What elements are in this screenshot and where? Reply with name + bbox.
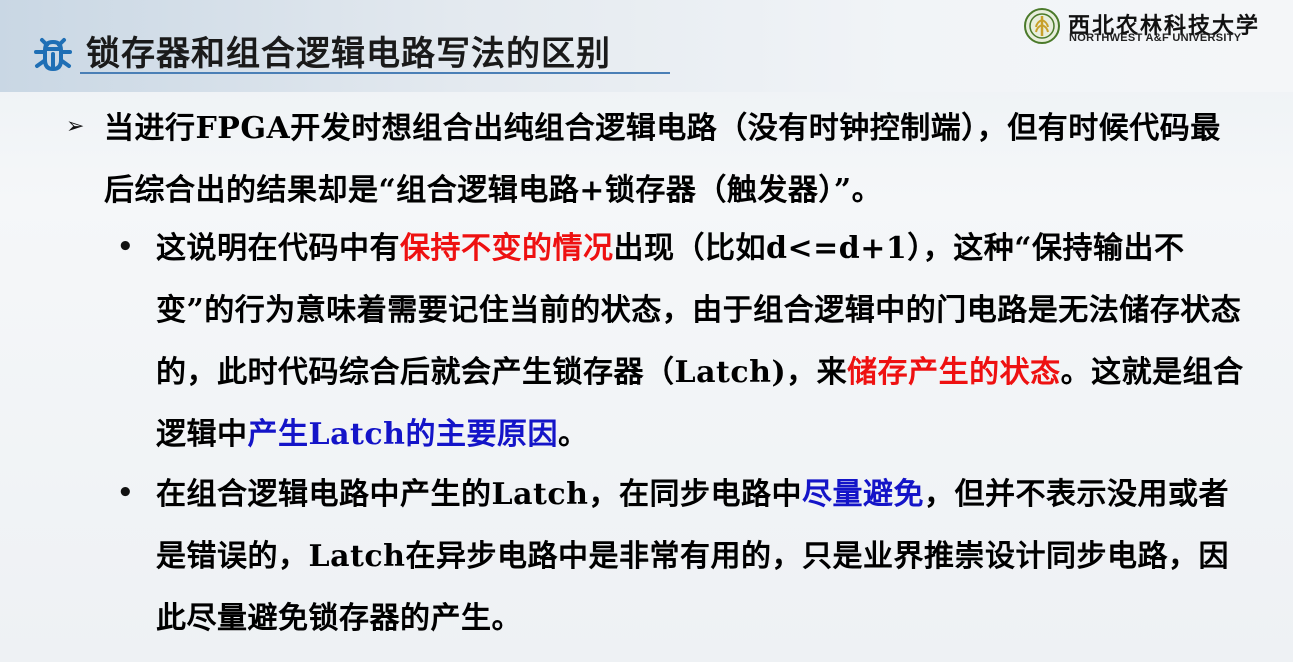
- bullet1-text: 这说明在代码中有: [156, 231, 400, 266]
- bullet-icon: •: [117, 478, 134, 508]
- bullet1-highlight-red: 保持不变的情况: [400, 231, 614, 266]
- slide-content: ➢ 当进行FPGA开发时想组合出纯组合逻辑电路（没有时钟控制端），但有时候代码最…: [0, 0, 1293, 662]
- arrow-bullet-icon: ➢: [66, 114, 85, 139]
- bullet1-highlight-red: 储存产生的状态: [847, 355, 1061, 390]
- bullet1-highlight-blue: 产生Latch的主要原因: [247, 417, 558, 452]
- bullet1-text: 。: [557, 417, 589, 452]
- bullet-icon: •: [117, 232, 134, 262]
- bullet2-paragraph: 在组合逻辑电路中产生的Latch，在同步电路中尽量避免，但并不表示没用或者是错误…: [156, 464, 1246, 650]
- bullet2-text: 在组合逻辑电路中产生的Latch，在同步电路中: [156, 477, 802, 512]
- bullet1-paragraph: 这说明在代码中有保持不变的情况出现（比如d<=d+1），这种“保持输出不变”的行…: [156, 218, 1246, 466]
- bullet2-highlight-blue: 尽量避免: [801, 477, 924, 512]
- level1-paragraph: 当进行FPGA开发时想组合出纯组合逻辑电路（没有时钟控制端），但有时候代码最后综…: [104, 111, 1221, 208]
